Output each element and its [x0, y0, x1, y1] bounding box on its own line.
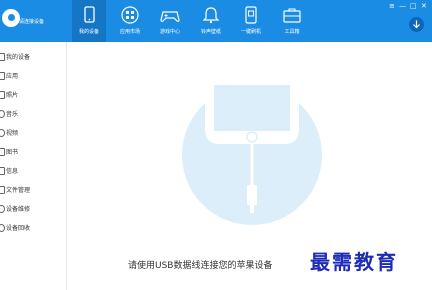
tab-toolbox[interactable]: 工具箱 [275, 0, 309, 42]
download-button[interactable] [409, 17, 424, 32]
tab-app-market[interactable]: 应用市场 [113, 0, 147, 42]
connect-illustration [182, 83, 322, 225]
tab-label: 铃声壁纸 [200, 29, 221, 35]
download-icon [413, 20, 420, 29]
sidebar: 我的设备 应用 照片 音乐 视频 图书 信息 文件管理 设备维修 设备回收 [0, 42, 67, 290]
tab-game-center[interactable]: 游戏中心 [153, 0, 187, 42]
sidebar-item-music[interactable]: 音乐 [0, 105, 66, 123]
book-icon [0, 148, 5, 156]
tab-label: 工具箱 [284, 29, 300, 35]
sidebar-item-label: 信息 [6, 168, 19, 175]
tab-label: 应用市场 [119, 29, 140, 35]
tab-label: 一键刷机 [240, 29, 261, 35]
sidebar-item-label: 视频 [6, 130, 19, 137]
bell-icon [202, 7, 220, 24]
sidebar-item-label: 设备回收 [6, 225, 31, 232]
photo-icon [0, 91, 5, 99]
watermark-text: 最需教育 [310, 250, 398, 274]
apps-icon [0, 72, 5, 80]
sidebar-item-photos[interactable]: 照片 [0, 86, 66, 104]
sidebar-item-label: 设备维修 [6, 206, 31, 213]
toolbox-icon [283, 8, 301, 23]
connect-device-label[interactable]: 请连接设备 [19, 18, 44, 25]
connect-instruction-text: 请使用USB数据线连接您的苹果设备 [128, 261, 273, 271]
sidebar-item-books[interactable]: 图书 [0, 143, 66, 161]
sidebar-item-device-repair[interactable]: 设备维修 [0, 200, 66, 218]
sidebar-item-label: 图书 [6, 149, 19, 156]
device-icon [0, 53, 5, 61]
tab-one-click-flash[interactable]: 一键刷机 [234, 0, 268, 42]
menu-icon[interactable]: ≡ [389, 2, 395, 10]
recycle-icon [0, 224, 5, 232]
sidebar-item-label: 照片 [6, 92, 19, 99]
music-icon [0, 110, 5, 118]
video-icon [0, 129, 5, 137]
apps-icon [121, 6, 139, 24]
gamepad-icon [160, 11, 180, 22]
sidebar-item-label: 应用 [6, 73, 19, 80]
sidebar-item-apps[interactable]: 应用 [0, 67, 66, 85]
tab-label: 我的设备 [78, 29, 99, 35]
app-logo-icon [2, 9, 20, 27]
folder-icon [0, 186, 5, 194]
phone-icon [84, 6, 95, 23]
repair-icon [0, 205, 5, 213]
message-icon [0, 167, 5, 175]
sidebar-item-video[interactable]: 视频 [0, 124, 66, 142]
sidebar-item-my-device[interactable]: 我的设备 [0, 48, 66, 66]
minimize-icon[interactable]: — [399, 2, 406, 10]
flash-icon [245, 6, 257, 24]
sidebar-item-device-recycle[interactable]: 设备回收 [0, 219, 66, 237]
maximize-icon[interactable]: □ [410, 2, 417, 10]
close-icon[interactable]: ✕ [421, 2, 427, 10]
sidebar-item-label: 文件管理 [6, 187, 31, 194]
sidebar-item-label: 我的设备 [6, 54, 31, 61]
tab-label: 游戏中心 [159, 29, 180, 35]
tab-my-device[interactable]: 我的设备 [72, 0, 106, 42]
sidebar-item-messages[interactable]: 信息 [0, 162, 66, 180]
phone-cable-icon [205, 83, 299, 213]
sidebar-item-file-manager[interactable]: 文件管理 [0, 181, 66, 199]
top-bar: 请连接设备 我的设备 应用市场 游戏中心 铃声壁纸 一键刷机 工具箱 ≡ — □… [0, 0, 432, 42]
tab-ringtones-wallpaper[interactable]: 铃声壁纸 [194, 0, 228, 42]
sidebar-item-label: 音乐 [6, 111, 19, 118]
